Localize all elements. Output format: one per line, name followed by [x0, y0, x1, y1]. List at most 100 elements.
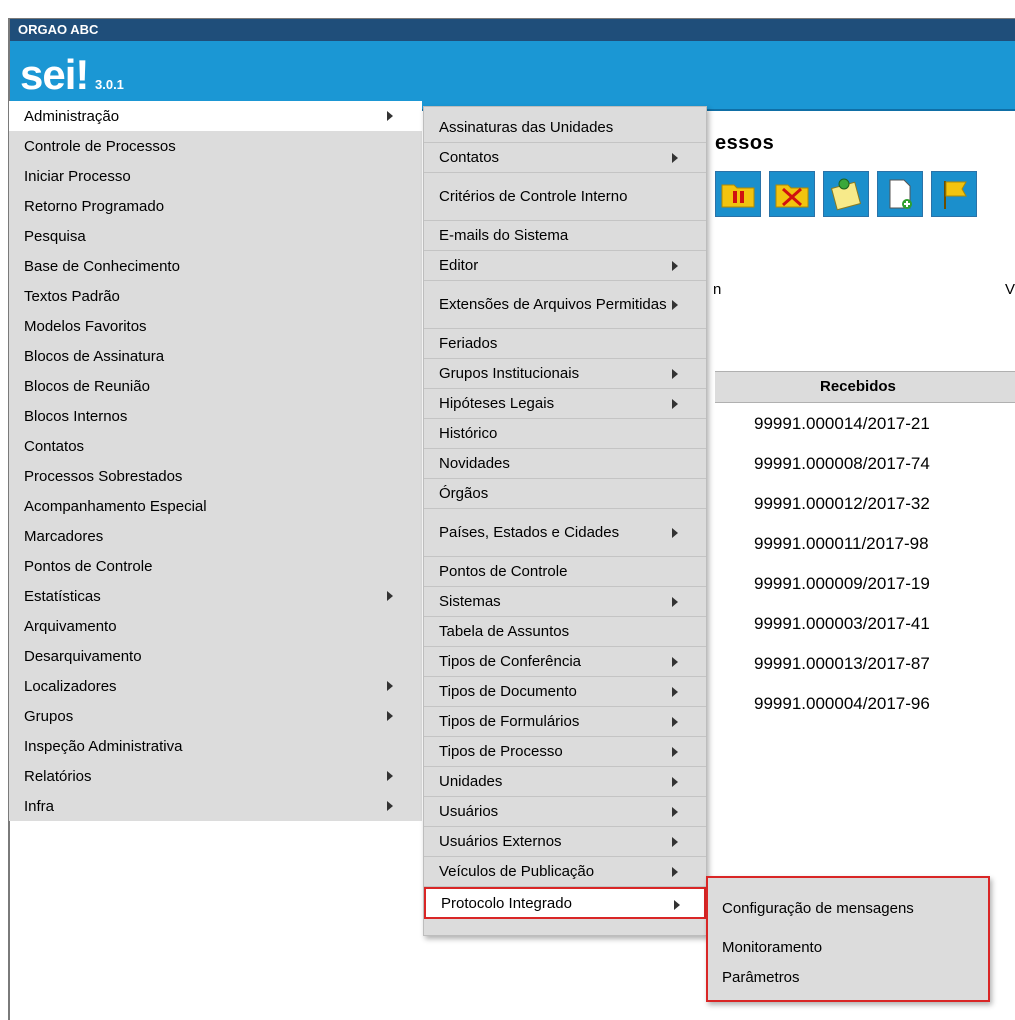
- folder-pause-icon[interactable]: [715, 171, 761, 217]
- process-link[interactable]: 99991.000008/2017-74: [754, 451, 930, 491]
- flag-icon[interactable]: [931, 171, 977, 217]
- menu-item-label: Blocos Internos: [24, 407, 128, 425]
- process-link[interactable]: 99991.000014/2017-21: [754, 411, 930, 451]
- chevron-right-icon: [387, 711, 393, 721]
- menu-item-label: Tipos de Formulários: [439, 713, 580, 730]
- menu-item-historico[interactable]: Histórico: [424, 419, 706, 449]
- menu-item-label: Grupos: [24, 707, 74, 725]
- menu-item-retorno-programado[interactable]: Retorno Programado: [9, 191, 422, 221]
- menu-item-veiculos-de-publicacao[interactable]: Veículos de Publicação: [424, 857, 706, 887]
- menu-item-tipos-de-formularios[interactable]: Tipos de Formulários: [424, 707, 706, 737]
- chevron-right-icon: [387, 111, 393, 121]
- menu-item-estatisticas[interactable]: Estatísticas: [9, 581, 422, 611]
- menu-item-tipos-de-conferencia[interactable]: Tipos de Conferência: [424, 647, 706, 677]
- menu-item-label: Monitoramento: [722, 938, 823, 956]
- text-fragment: n: [713, 281, 722, 298]
- menu-item-iniciar-processo[interactable]: Iniciar Processo: [9, 161, 422, 191]
- menu-item-infra[interactable]: Infra: [9, 791, 422, 821]
- menu-item-label: Pontos de Controle: [24, 557, 153, 575]
- menu-item-textos-padrao[interactable]: Textos Padrão: [9, 281, 422, 311]
- menu-item-label: Veículos de Publicação: [439, 863, 595, 880]
- menu-item-administracao[interactable]: Administração: [9, 101, 422, 131]
- menu-item-e-mails-do-sistema[interactable]: E-mails do Sistema: [424, 221, 706, 251]
- process-link[interactable]: 99991.000011/2017-98: [754, 531, 930, 571]
- attach-note-icon[interactable]: [823, 171, 869, 217]
- menu-item-unidades[interactable]: Unidades: [424, 767, 706, 797]
- menu-item-blocos-internos[interactable]: Blocos Internos: [9, 401, 422, 431]
- process-link[interactable]: 99991.000003/2017-41: [754, 611, 930, 651]
- menu-item-pontos-de-controle[interactable]: Pontos de Controle: [9, 551, 422, 581]
- menu-item-assinaturas-das-unidades[interactable]: Assinaturas das Unidades: [424, 113, 706, 143]
- process-link[interactable]: 99991.000013/2017-87: [754, 651, 930, 691]
- remove-folder-icon[interactable]: [769, 171, 815, 217]
- menu-item-label: Desarquivamento: [24, 647, 142, 665]
- menu-item-feriados[interactable]: Feriados: [424, 329, 706, 359]
- menu-item-desarquivamento[interactable]: Desarquivamento: [9, 641, 422, 671]
- process-link[interactable]: 99991.000012/2017-32: [754, 491, 930, 531]
- menu-item-label: Grupos Institucionais: [439, 365, 580, 382]
- menu-item-label: Tipos de Processo: [439, 743, 563, 760]
- menu-item-marcadores[interactable]: Marcadores: [9, 521, 422, 551]
- new-document-icon[interactable]: [877, 171, 923, 217]
- menu-item-relatorios[interactable]: Relatórios: [9, 761, 422, 791]
- menu-item-grupos[interactable]: Grupos: [9, 701, 422, 731]
- menu-item-editor[interactable]: Editor: [424, 251, 706, 281]
- menu-item-parametros[interactable]: Parâmetros: [708, 962, 988, 992]
- menu-item-acompanhamento-especial[interactable]: Acompanhamento Especial: [9, 491, 422, 521]
- logo-text: sei: [20, 51, 76, 98]
- received-header-label: Recebidos: [820, 378, 896, 395]
- menu-item-processos-sobrestados[interactable]: Processos Sobrestados: [9, 461, 422, 491]
- menu-item-label: Editor: [439, 257, 479, 274]
- menu-item-inspecao-administrativa[interactable]: Inspeção Administrativa: [9, 731, 422, 761]
- menu-item-pesquisa[interactable]: Pesquisa: [9, 221, 422, 251]
- version-label: 3.0.1: [95, 77, 124, 92]
- menu-item-hipoteses-legais[interactable]: Hipóteses Legais: [424, 389, 706, 419]
- menu-item-tipos-de-processo[interactable]: Tipos de Processo: [424, 737, 706, 767]
- chevron-right-icon: [387, 801, 393, 811]
- chevron-right-icon: [672, 867, 678, 877]
- chevron-right-icon: [674, 900, 680, 910]
- page-title: essos: [715, 132, 775, 154]
- menu-item-contatos[interactable]: Contatos: [9, 431, 422, 461]
- menu-item-protocolo-integrado[interactable]: Protocolo Integrado: [424, 887, 706, 919]
- menu-item-label: Arquivamento: [24, 617, 117, 635]
- process-link[interactable]: 99991.000004/2017-96: [754, 691, 930, 731]
- menu-item-arquivamento[interactable]: Arquivamento: [9, 611, 422, 641]
- menu-item-label: Parâmetros: [722, 968, 800, 986]
- menu-item-tabela-de-assuntos[interactable]: Tabela de Assuntos: [424, 617, 706, 647]
- menu-item-orgaos[interactable]: Órgãos: [424, 479, 706, 509]
- menu-item-label: Órgãos: [439, 485, 489, 502]
- menu-item-controle-de-processos[interactable]: Controle de Processos: [9, 131, 422, 161]
- chevron-right-icon: [672, 777, 678, 787]
- menu-item-paises-estados-e-cidades[interactable]: Países, Estados e Cidades: [424, 509, 706, 557]
- received-process-list: 99991.000014/2017-21 99991.000008/2017-74…: [754, 411, 930, 731]
- menu-item-extensoes-de-arquivos-permitidas[interactable]: Extensões de Arquivos Permitidas: [424, 281, 706, 329]
- menu-item-label: Estatísticas: [24, 587, 101, 605]
- menu-item-localizadores[interactable]: Localizadores: [9, 671, 422, 701]
- menu-item-label: Contatos: [24, 437, 85, 455]
- menu-item-modelos-favoritos[interactable]: Modelos Favoritos: [9, 311, 422, 341]
- menu-item-monitoramento[interactable]: Monitoramento: [708, 932, 988, 962]
- menu-item-sistemas[interactable]: Sistemas: [424, 587, 706, 617]
- process-link[interactable]: 99991.000009/2017-19: [754, 571, 930, 611]
- chevron-right-icon: [672, 747, 678, 757]
- menu-item-label: Unidades: [439, 773, 503, 790]
- menu-item-novidades[interactable]: Novidades: [424, 449, 706, 479]
- menu-item-configuracao-de-mensagens[interactable]: Configuração de mensagens: [708, 884, 988, 932]
- menu-item-pontos-de-controle[interactable]: Pontos de Controle: [424, 557, 706, 587]
- sei-logo[interactable]: sei!: [20, 51, 89, 99]
- menu-item-base-de-conhecimento[interactable]: Base de Conhecimento: [9, 251, 422, 281]
- menu-item-usuarios[interactable]: Usuários: [424, 797, 706, 827]
- menu-item-contatos[interactable]: Contatos: [424, 143, 706, 173]
- chevron-right-icon: [672, 657, 678, 667]
- chevron-right-icon: [672, 369, 678, 379]
- text-fragment-2: V: [1005, 281, 1015, 298]
- menu-item-tipos-de-documento[interactable]: Tipos de Documento: [424, 677, 706, 707]
- menu-item-blocos-de-assinatura[interactable]: Blocos de Assinatura: [9, 341, 422, 371]
- menu-item-label: Iniciar Processo: [24, 167, 131, 185]
- chevron-right-icon: [672, 837, 678, 847]
- menu-item-blocos-de-reuniao[interactable]: Blocos de Reunião: [9, 371, 422, 401]
- menu-item-criterios-de-controle-interno[interactable]: Critérios de Controle Interno: [424, 173, 706, 221]
- menu-item-grupos-institucionais[interactable]: Grupos Institucionais: [424, 359, 706, 389]
- menu-item-usuarios-externos[interactable]: Usuários Externos: [424, 827, 706, 857]
